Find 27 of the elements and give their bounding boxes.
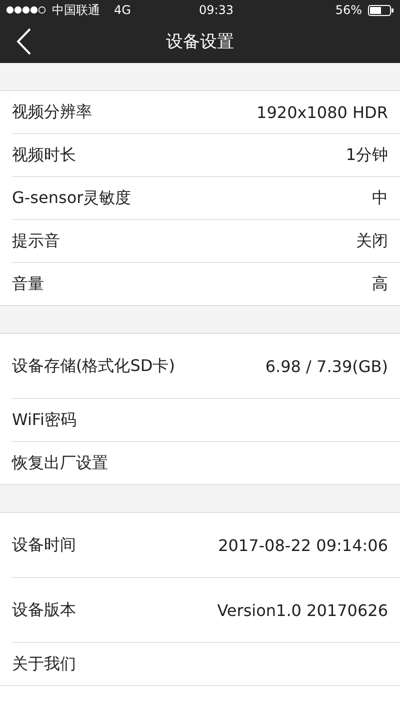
signal-icon [6,6,46,14]
setting-value: 高 [372,274,388,294]
setting-label[interactable]: 设备版本 [12,600,76,620]
network-type: 4G [114,3,131,17]
setting-label[interactable]: 提示音 [12,230,60,252]
back-icon[interactable] [16,28,32,55]
battery-percent: 56% [335,3,362,17]
battery-icon [368,4,394,16]
setting-value: 2017-08-22 09:14:06 [218,536,388,554]
setting-label[interactable]: 视频分辨率 [12,102,92,122]
setting-value: 6.98 / 7.39(GB) [265,356,388,376]
setting-value: 中 [372,188,388,208]
setting-value: Version1.0 20170626 [217,600,388,620]
setting-label[interactable]: G-sensor灵敏度 [12,188,132,208]
setting-value: 1920x1080 HDR [256,102,388,122]
setting-value: 1分钟 [346,144,388,166]
setting-value: 关闭 [356,230,388,252]
page-title: 设备设置 [166,31,234,53]
setting-label[interactable]: 视频时长 [12,144,76,166]
clock-time: 09:33 [198,3,234,17]
setting-label[interactable]: 关于我们 [12,654,76,674]
setting-label[interactable]: 恢复出厂设置 [12,452,108,474]
setting-label[interactable]: 设备存储(格式化SD卡) [12,356,175,376]
setting-label[interactable]: WiFi密码 [12,410,76,430]
setting-label[interactable]: 设备时间 [12,534,76,556]
carrier-name: 中国联通 [52,2,100,18]
setting-label[interactable]: 音量 [12,274,44,294]
